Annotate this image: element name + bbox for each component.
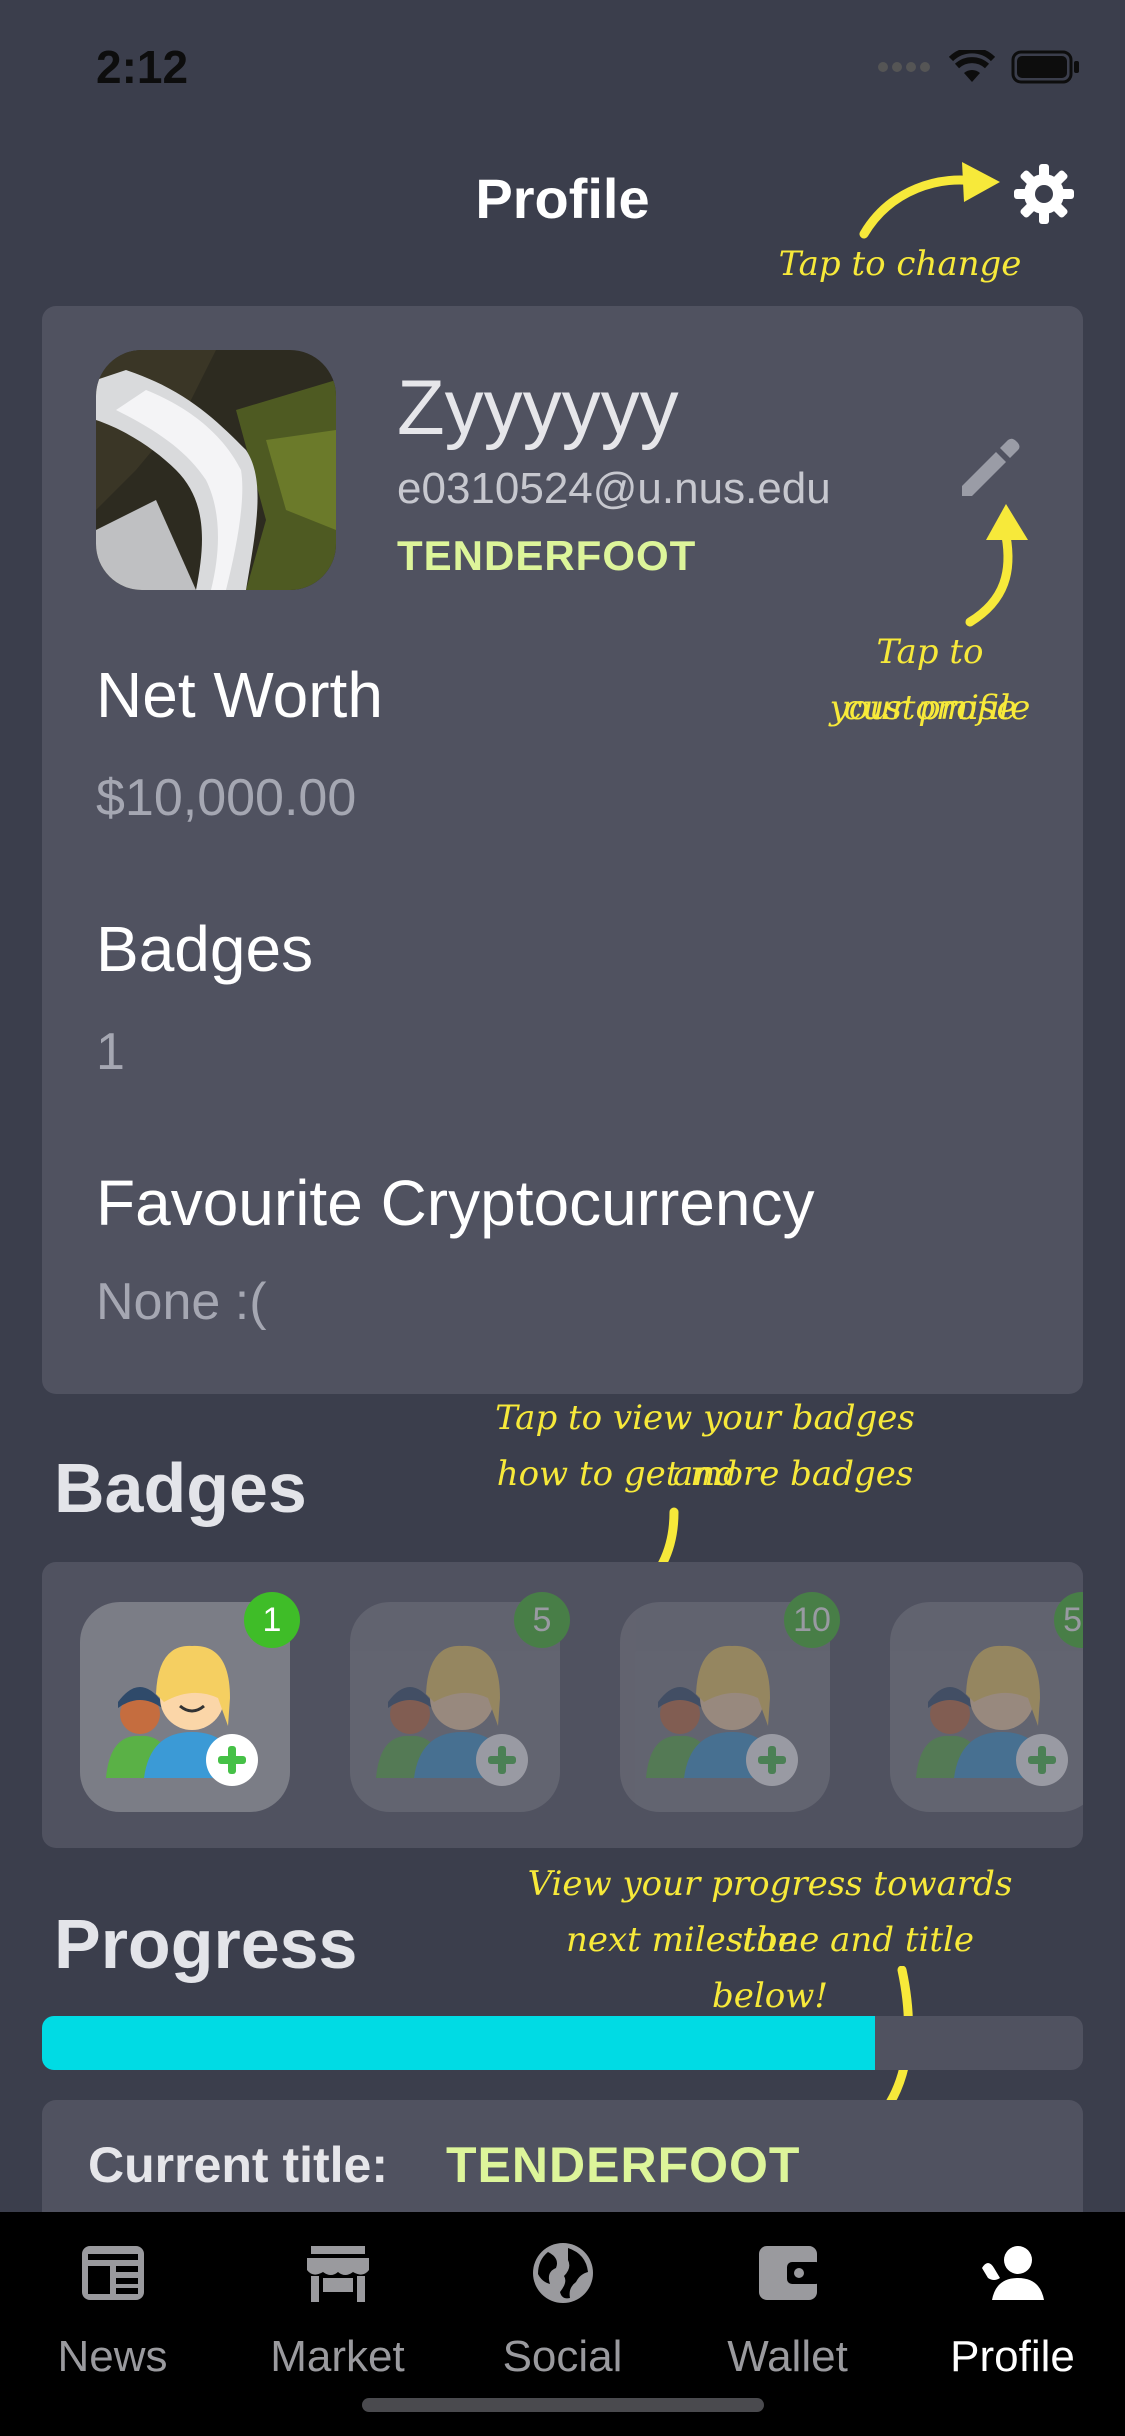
tab-news[interactable]: News xyxy=(0,2238,225,2382)
progress-annotation-line2: next milestone and title below! xyxy=(565,1920,975,2016)
profile-annotation-line2: your profile xyxy=(829,688,1031,728)
badges-annotation-line2: how to get more badges xyxy=(496,1454,914,1494)
current-title-value: TENDERFOOT xyxy=(446,2137,801,2193)
net-worth-label: Net Worth xyxy=(96,659,383,731)
tab-social[interactable]: Social xyxy=(450,2238,675,2382)
progress-bar xyxy=(42,2016,1083,2070)
status-icons xyxy=(877,50,1081,84)
profile-title: TENDERFOOT xyxy=(397,532,697,579)
progress-bar-fill xyxy=(42,2016,875,2070)
progress-heading: Progress xyxy=(54,1905,358,1983)
wifi-icon xyxy=(949,50,995,82)
favourite-crypto-label: Favourite Cryptocurrency xyxy=(96,1167,815,1239)
edit-pencil-icon[interactable] xyxy=(954,434,1024,504)
settings-arrow xyxy=(859,162,1000,239)
badge-50[interactable]: 50 xyxy=(890,1592,1083,1812)
tab-label: Wallet xyxy=(727,2332,848,2381)
badges-heading: Badges xyxy=(54,1449,307,1527)
badge-count: 1 xyxy=(244,1592,300,1648)
profile-name: Zyyyyyy xyxy=(397,363,679,451)
favourite-crypto-value: None :( xyxy=(96,1273,267,1331)
net-worth-value: $10,000.00 xyxy=(96,769,357,827)
status-time: 2:12 xyxy=(96,41,189,93)
badge-1[interactable]: 1 xyxy=(80,1592,300,1812)
profile-arrow xyxy=(965,504,1028,627)
tab-label: Social xyxy=(502,2332,623,2381)
badge-5[interactable]: 5 xyxy=(350,1592,570,1812)
market-icon xyxy=(306,2246,369,2302)
badge-10[interactable]: 10 xyxy=(620,1592,840,1812)
news-icon xyxy=(81,2246,144,2300)
waterfall-image xyxy=(96,350,336,590)
tab-profile[interactable]: Profile xyxy=(900,2238,1125,2382)
settings-gear-icon[interactable] xyxy=(1012,162,1076,226)
globe-icon xyxy=(532,2243,593,2303)
badge-count: 10 xyxy=(784,1592,840,1648)
badge-count: 5 xyxy=(514,1592,570,1648)
people-add-icon xyxy=(916,1645,1068,1786)
badges-count-value: 1 xyxy=(96,1023,125,1081)
tab-label: News xyxy=(57,2332,168,2381)
wallet-icon xyxy=(758,2246,821,2300)
battery-icon xyxy=(1011,50,1079,84)
badges-count-label: Badges xyxy=(96,913,314,985)
tab-label: Market xyxy=(270,2332,405,2381)
current-title-label: Current title: xyxy=(88,2137,388,2193)
signal-icon xyxy=(878,62,930,72)
tab-market[interactable]: Market xyxy=(225,2238,450,2382)
home-indicator xyxy=(362,2398,764,2412)
profile-avatar[interactable] xyxy=(96,350,336,590)
profile-icon xyxy=(981,2246,1044,2300)
tab-label: Profile xyxy=(950,2332,1075,2381)
profile-email: e0310524@u.nus.edu xyxy=(397,464,831,513)
tab-wallet[interactable]: Wallet xyxy=(675,2238,900,2382)
badges-card: 1 5 10 5 xyxy=(42,1562,1083,1848)
